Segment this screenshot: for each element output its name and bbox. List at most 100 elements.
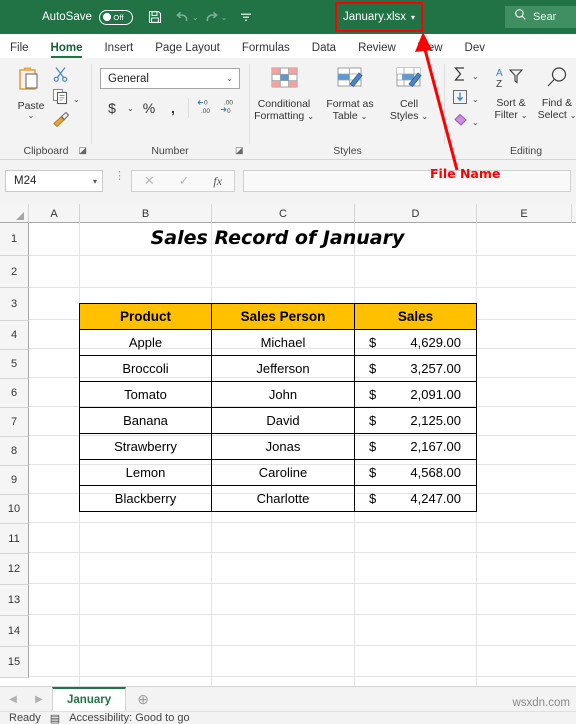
conditional-formatting-chevron-down-icon[interactable]: ⌄ <box>307 112 314 121</box>
previous-sheet-arrow-icon[interactable]: ◀ <box>0 694 26 705</box>
table-row[interactable]: Apple Michael $ 4,629.00 <box>79 329 477 356</box>
status-accessibility-label[interactable]: Accessibility: Good to go <box>69 712 189 724</box>
table-header-product[interactable]: Product <box>79 303 212 330</box>
row-header-5[interactable]: 5 <box>0 350 29 379</box>
row-header-1[interactable]: 1 <box>0 223 29 256</box>
row-header-11[interactable]: 11 <box>0 524 29 554</box>
table-row[interactable]: Strawberry Jonas $ 2,167.00 <box>79 433 477 460</box>
number-dialog-launcher[interactable]: ◪ <box>235 145 244 156</box>
row-header-12[interactable]: 12 <box>0 554 29 585</box>
filename-chevron-down-icon[interactable]: ▾ <box>411 13 415 22</box>
table-row[interactable]: Banana David $ 2,125.00 <box>79 407 477 434</box>
row-header-7[interactable]: 7 <box>0 408 29 437</box>
cell-sales[interactable]: $ 2,125.00 <box>354 407 477 434</box>
select-all-corner[interactable] <box>0 204 29 223</box>
cell-product[interactable]: Banana <box>79 407 212 434</box>
column-header-c[interactable]: C <box>212 204 355 223</box>
redo-chevron-down-icon[interactable]: ⌄ <box>221 13 228 22</box>
cell-sales[interactable]: $ 4,629.00 <box>354 329 477 356</box>
format-as-table-chevron-down-icon[interactable]: ⌄ <box>361 112 368 121</box>
row-header-6[interactable]: 6 <box>0 379 29 408</box>
redo-icon[interactable]: ⌄ <box>204 0 228 34</box>
column-header-a[interactable]: A <box>29 204 80 223</box>
autosave-switch[interactable]: Off <box>98 9 133 25</box>
number-format-chevron-down-icon[interactable]: ⌄ <box>226 74 233 83</box>
tab-home[interactable]: Home <box>50 42 82 58</box>
conditional-formatting-button[interactable]: Conditional Formatting ⌄ <box>252 65 316 123</box>
save-icon[interactable] <box>147 0 163 34</box>
row-header-14[interactable]: 14 <box>0 616 29 647</box>
add-sheet-plus-icon[interactable]: ⊕ <box>126 691 160 708</box>
find-select-chevron-down-icon[interactable]: ⌄ <box>570 111 576 120</box>
tab-insert[interactable]: Insert <box>104 42 133 58</box>
sheet-tab-january[interactable]: January <box>52 687 127 711</box>
row-header-8[interactable]: 8 <box>0 437 29 466</box>
row-header-2[interactable]: 2 <box>0 256 29 288</box>
column-header-d[interactable]: D <box>355 204 477 223</box>
cell-product[interactable]: Broccoli <box>79 355 212 382</box>
cell-product[interactable]: Strawberry <box>79 433 212 460</box>
cancel-x-icon[interactable]: ✕ <box>144 173 155 189</box>
undo-icon[interactable]: ⌄ <box>175 0 199 34</box>
row-header-15[interactable]: 15 <box>0 647 29 678</box>
cell-sales-person[interactable]: Jonas <box>211 433 355 460</box>
cell-product[interactable]: Apple <box>79 329 212 356</box>
spreadsheet-grid[interactable]: A B C D E 1 2 3 4 5 6 7 8 9 10 11 12 13 … <box>0 204 576 686</box>
name-box[interactable]: M24 ▾ <box>5 170 103 192</box>
tab-file[interactable]: File <box>10 42 29 58</box>
tab-formulas[interactable]: Formulas <box>242 42 290 58</box>
undo-chevron-down-icon[interactable]: ⌄ <box>192 13 199 22</box>
table-header-sales-person[interactable]: Sales Person <box>211 303 355 330</box>
cell-sales-person[interactable]: Charlotte <box>211 485 355 512</box>
row-header-10[interactable]: 10 <box>0 495 29 524</box>
currency-format-button[interactable]: $ <box>100 96 124 120</box>
number-format-select[interactable]: General ⌄ <box>100 68 240 89</box>
table-row[interactable]: Lemon Caroline $ 4,568.00 <box>79 459 477 486</box>
format-as-table-button[interactable]: Format as Table ⌄ <box>318 65 382 123</box>
cell-sales-person[interactable]: David <box>211 407 355 434</box>
table-row[interactable]: Tomato John $ 2,091.00 <box>79 381 477 408</box>
cell-sales[interactable]: $ 4,568.00 <box>354 459 477 486</box>
search-box[interactable]: Sear <box>505 6 576 28</box>
sheet-title-cell[interactable]: Sales Record of January <box>79 227 476 249</box>
sales-table[interactable]: Product Sales Person Sales Apple Michael… <box>79 303 477 512</box>
customize-quick-access-icon[interactable] <box>239 0 253 34</box>
find-and-select-button[interactable]: Find & Select ⌄ <box>532 66 576 122</box>
sort-and-filter-button[interactable]: A Z Sort & Filter ⌄ <box>486 66 536 122</box>
tab-page-layout[interactable]: Page Layout <box>155 42 220 58</box>
decrease-decimal-button[interactable]: 0.00 <box>192 96 216 120</box>
cell-sales-person[interactable]: Caroline <box>211 459 355 486</box>
cell-sales[interactable]: $ 4,247.00 <box>354 485 477 512</box>
column-header-e[interactable]: E <box>477 204 572 223</box>
cell-product[interactable]: Lemon <box>79 459 212 486</box>
filename-label[interactable]: January.xlsx <box>343 11 406 23</box>
tab-data[interactable]: Data <box>312 42 336 58</box>
sort-filter-chevron-down-icon[interactable]: ⌄ <box>521 111 528 120</box>
cell-sales-person[interactable]: Michael <box>211 329 355 356</box>
row-header-4[interactable]: 4 <box>0 321 29 350</box>
cell-product[interactable]: Blackberry <box>79 485 212 512</box>
cell-area[interactable]: Sales Record of January Product Sales Pe… <box>29 223 576 686</box>
accessibility-icon[interactable]: ▤ <box>50 712 60 724</box>
currency-chevron-down-icon[interactable]: ⌄ <box>124 96 137 120</box>
table-header-sales[interactable]: Sales <box>354 303 477 330</box>
column-header-b[interactable]: B <box>80 204 212 223</box>
row-header-9[interactable]: 9 <box>0 466 29 495</box>
table-row[interactable]: Blackberry Charlotte $ 4,247.00 <box>79 485 477 512</box>
comma-format-button[interactable]: , <box>161 96 185 120</box>
cell-product[interactable]: Tomato <box>79 381 212 408</box>
autosave-toggle[interactable]: AutoSave Off <box>42 9 133 25</box>
name-box-chevron-down-icon[interactable]: ▾ <box>93 177 97 186</box>
increase-decimal-button[interactable]: .00 0 <box>216 96 240 120</box>
next-sheet-arrow-icon[interactable]: ▶ <box>26 694 52 705</box>
cell-sales[interactable]: $ 2,167.00 <box>354 433 477 460</box>
cell-sales[interactable]: $ 3,257.00 <box>354 355 477 382</box>
tab-review[interactable]: Review <box>358 42 396 58</box>
row-header-13[interactable]: 13 <box>0 585 29 616</box>
cell-sales-person[interactable]: John <box>211 381 355 408</box>
cell-sales-person[interactable]: Jefferson <box>211 355 355 382</box>
table-row[interactable]: Broccoli Jefferson $ 3,257.00 <box>79 355 477 382</box>
percent-format-button[interactable]: % <box>137 96 161 120</box>
insert-function-fx-icon[interactable]: fx <box>213 174 222 189</box>
cell-sales[interactable]: $ 2,091.00 <box>354 381 477 408</box>
